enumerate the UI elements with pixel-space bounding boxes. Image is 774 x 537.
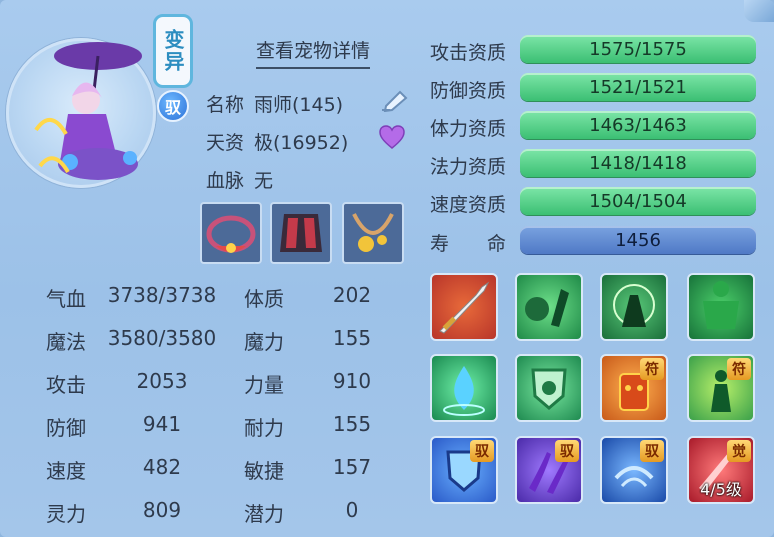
skill-slot-3[interactable] [600,273,668,341]
yu-badge: 驭 [470,440,494,462]
talent-label: 天资 [206,132,245,154]
bloodline-value: 无 [254,170,274,192]
mag-apt-label: 法力资质 [430,156,507,178]
heart-icon[interactable] [378,124,406,150]
pet-detail-panel: 变异 驭 查看宠物详情 名称 雨师(145) 天资 极(16952) 血脉 无 [0,0,774,537]
name-label: 名称 [206,94,245,116]
yu-badge: 驭 [555,440,579,462]
spd-apt-label: 速度资质 [430,194,507,216]
pet-portrait [6,38,156,188]
spirit-value: 809 [142,498,182,522]
muscle-icon [703,281,739,329]
hp-label: 气血 [46,287,86,311]
atk-value: 2053 [136,369,188,393]
talent-value: 极(16952) [254,132,349,154]
collar-icon [206,215,256,253]
skill-slot-10[interactable]: 驭 [515,436,583,504]
def-apt-bar: 1521/1521 [520,73,756,101]
fu-badge: 符 [727,358,751,380]
con-label: 体质 [244,287,284,311]
def-apt-label: 防御资质 [430,80,507,102]
agi-label: 敏捷 [244,459,284,483]
pot-label: 潜力 [244,502,284,526]
def-label: 防御 [46,416,86,440]
mag-value: 155 [332,326,372,350]
jue-badge: 觉 [727,440,751,462]
name-value: 雨师(145) [254,94,344,116]
skill-slot-6[interactable] [515,354,583,422]
skill-slot-12[interactable]: 觉 4/5级 [687,436,755,504]
spirit-label: 灵力 [46,502,86,526]
mag-label: 魔力 [244,330,284,354]
equip-slot-necklace[interactable] [342,202,404,264]
armor-icon [280,214,322,252]
sword-icon [439,281,490,334]
mutation-tag: 变异 [153,14,193,88]
edit-name-icon[interactable] [380,86,410,112]
end-label: 耐力 [244,416,284,440]
shield-warrior-icon [613,284,655,327]
atk-label: 攻击 [46,373,86,397]
con-value: 202 [332,283,372,307]
equip-slot-collar[interactable] [200,202,262,264]
spd-label: 速度 [46,459,86,483]
spd-value: 482 [142,455,182,479]
skill-slot-2[interactable] [515,273,583,341]
yu-badge: 驭 [157,90,189,122]
hp-value: 3738/3738 [107,283,217,307]
skill-slot-9[interactable]: 驭 [430,436,498,504]
fu-badge: 符 [640,358,664,380]
skill-slot-4[interactable] [687,273,755,341]
skill-slot-7[interactable]: 符 [600,354,668,422]
blue-flame-icon [443,366,485,416]
awaken-level: 4/5级 [700,480,742,499]
close-corner-button[interactable] [744,0,774,22]
name-row: 名称 雨师(145) [206,90,343,117]
mp-label: 魔法 [46,330,86,354]
agi-value: 157 [332,455,372,479]
str-label: 力量 [244,373,284,397]
mutation-tag-text: 变异 [161,29,185,73]
necklace-icon [352,213,394,252]
atk-apt-bar: 1575/1575 [520,35,756,63]
mp-value: 3580/3580 [107,326,217,350]
atk-apt-label: 攻击资质 [430,42,507,64]
hp-apt-label: 体力资质 [430,118,507,140]
pot-value: 0 [345,498,359,522]
def-value: 941 [142,412,182,436]
bloodline-row: 血脉 无 [206,166,273,193]
str-value: 910 [332,369,372,393]
spd-apt-bar: 1504/1504 [520,187,756,215]
mag-apt-bar: 1418/1418 [520,149,756,177]
bloodline-label: 血脉 [206,170,245,192]
skill-slot-11[interactable]: 驭 [600,436,668,504]
equip-slot-armor[interactable] [270,202,332,264]
pet-figure-image [34,42,142,180]
life-bar: 1456 [520,226,756,254]
end-value: 155 [332,412,372,436]
skill-slot-5[interactable] [430,354,498,422]
yu-badge: 驭 [640,440,664,462]
defense-shield-icon [531,368,567,410]
skill-slot-1[interactable] [430,273,498,341]
combo-strike-icon [525,289,569,327]
skill-slot-8[interactable]: 符 [687,354,755,422]
page-title: 查看宠物详情 [256,36,371,69]
hp-apt-bar: 1463/1463 [520,111,756,139]
talent-row: 天资 极(16952) [206,128,348,155]
life-label: 寿 命 [430,233,507,255]
